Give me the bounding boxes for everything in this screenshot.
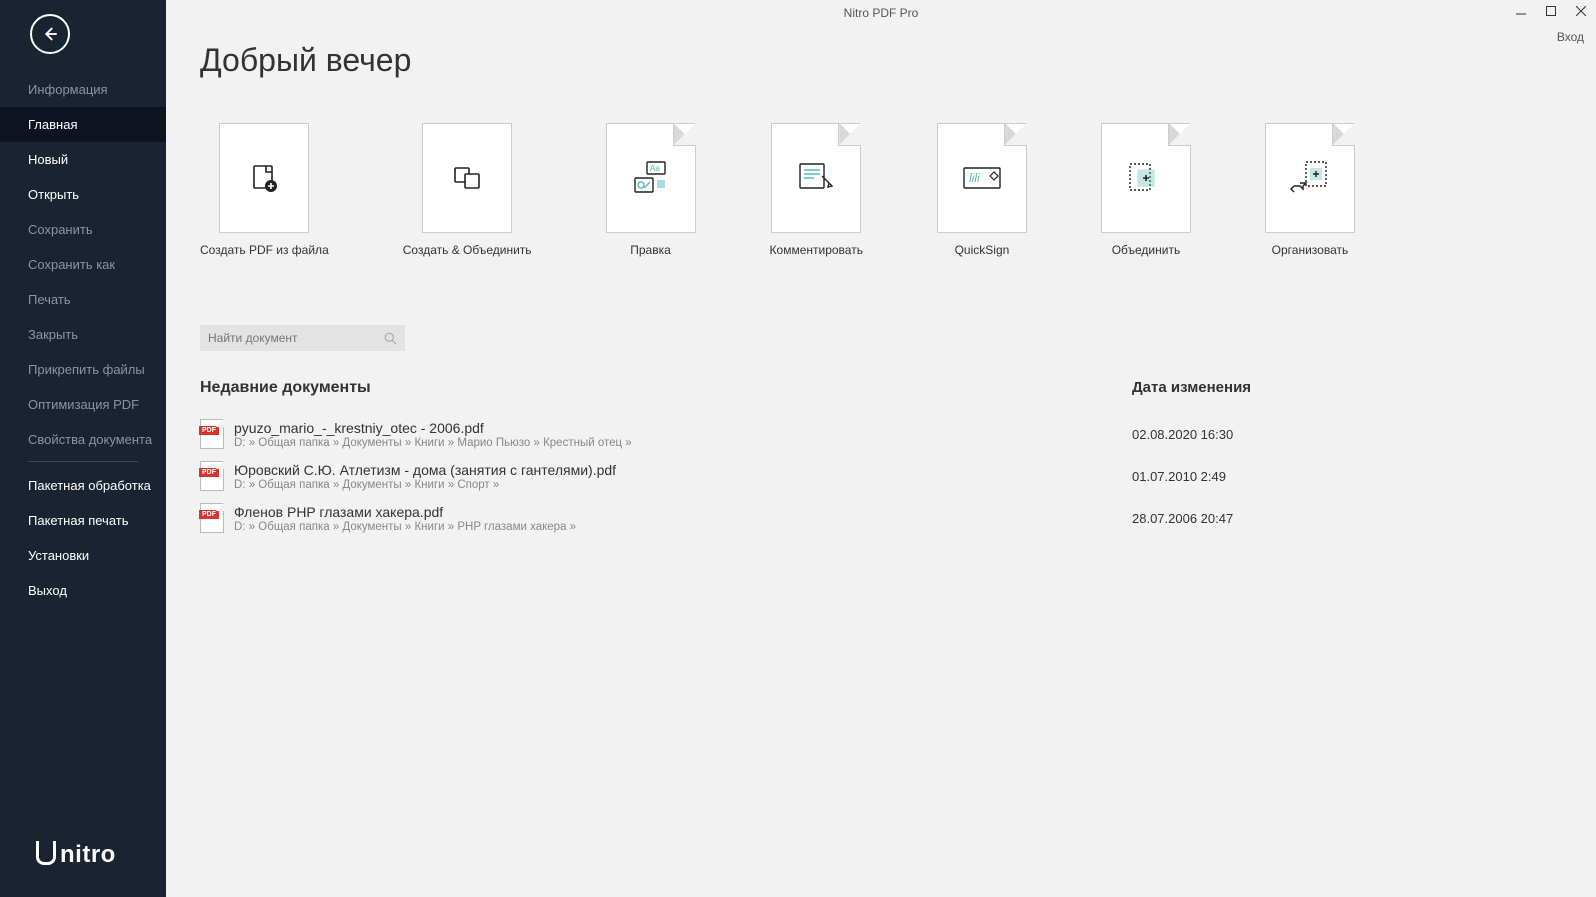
recent-title: Недавние документы — [200, 379, 1132, 397]
sidebar-item: Прикрепить файлы — [0, 352, 166, 387]
maximize-icon — [1546, 6, 1556, 16]
minimize-button[interactable] — [1506, 0, 1536, 22]
doc-date: 01.07.2010 2:49 — [1132, 469, 1562, 484]
sign-icon: lili — [937, 123, 1027, 233]
sidebar-item[interactable]: Главная — [0, 107, 166, 142]
logo: nitro — [0, 823, 166, 897]
logo-icon — [36, 841, 56, 865]
back-button[interactable] — [30, 14, 70, 54]
svg-text:Aa: Aa — [650, 164, 660, 173]
search-box[interactable] — [200, 325, 405, 351]
main: Nitro PDF Pro Вход Добрый вечер Создать … — [166, 0, 1596, 897]
date-column-title: Дата изменения — [1132, 379, 1562, 397]
sidebar-item[interactable]: Выход — [0, 573, 166, 608]
search-icon — [384, 332, 397, 345]
doc-name: Фленов PHP глазами хакера.pdf — [234, 504, 1132, 520]
close-icon — [1576, 6, 1586, 16]
action-label: Создать & Объединить — [403, 243, 532, 257]
organize-icon — [1265, 123, 1355, 233]
pdf-icon — [200, 419, 224, 449]
nav: ИнформацияГлавнаяНовыйОткрытьСохранитьСо… — [0, 72, 166, 823]
action-tiles: Создать PDF из файла Создать & Объединить… — [200, 123, 1562, 257]
recent-document[interactable]: pyuzo_mario_-_krestniy_otec - 2006.pdfD:… — [200, 413, 1562, 455]
action-label: QuickSign — [955, 243, 1010, 257]
nav-divider — [28, 461, 138, 462]
comment-icon — [771, 123, 861, 233]
sidebar-item[interactable]: Новый — [0, 142, 166, 177]
svg-text:lili: lili — [969, 171, 980, 185]
sidebar-item: Информация — [0, 72, 166, 107]
sidebar-item: Печать — [0, 282, 166, 317]
action-label: Комментировать — [770, 243, 863, 257]
action-tile[interactable]: Организовать — [1265, 123, 1355, 257]
arrow-left-icon — [41, 25, 59, 43]
app-title: Nitro PDF Pro — [166, 0, 1596, 20]
pdf-icon — [200, 461, 224, 491]
doc-name: Юровский С.Ю. Атлетизм - дома (занятия с… — [234, 462, 1132, 478]
close-button[interactable] — [1566, 0, 1596, 22]
sidebar-item: Свойства документа — [0, 422, 166, 457]
doc-date: 02.08.2020 16:30 — [1132, 427, 1562, 442]
action-label: Правка — [630, 243, 671, 257]
sidebar-item[interactable]: Пакетная печать — [0, 503, 166, 538]
action-label: Организовать — [1272, 243, 1349, 257]
edit-icon: Aa — [606, 123, 696, 233]
doc-path: D: » Общая папка » Документы » Книги » М… — [234, 437, 1132, 449]
page-title: Добрый вечер — [200, 42, 1562, 79]
combine-icon — [422, 123, 512, 233]
login-link[interactable]: Вход — [1557, 30, 1584, 44]
doc-name: pyuzo_mario_-_krestniy_otec - 2006.pdf — [234, 420, 1132, 436]
doc-date: 28.07.2006 20:47 — [1132, 511, 1562, 526]
merge-icon — [1101, 123, 1191, 233]
action-tile[interactable]: Создать & Объединить — [403, 123, 532, 257]
recent-document[interactable]: Юровский С.Ю. Атлетизм - дома (занятия с… — [200, 455, 1562, 497]
action-tile[interactable]: Aa Правка — [606, 123, 696, 257]
doc-path: D: » Общая папка » Документы » Книги » С… — [234, 479, 1132, 491]
minimize-icon — [1516, 6, 1526, 16]
action-label: Объединить — [1112, 243, 1181, 257]
search-input[interactable] — [208, 331, 384, 345]
sidebar-item: Сохранить — [0, 212, 166, 247]
doc-path: D: » Общая папка » Документы » Книги » P… — [234, 521, 1132, 533]
maximize-button[interactable] — [1536, 0, 1566, 22]
action-label: Создать PDF из файла — [200, 243, 329, 257]
sidebar: ИнформацияГлавнаяНовыйОткрытьСохранитьСо… — [0, 0, 166, 897]
action-tile[interactable]: Объединить — [1101, 123, 1191, 257]
sidebar-item[interactable]: Пакетная обработка — [0, 468, 166, 503]
action-tile[interactable]: Создать PDF из файла — [200, 123, 329, 257]
action-tile[interactable]: Комментировать — [770, 123, 863, 257]
page-plus-icon — [219, 123, 309, 233]
action-tile[interactable]: lili QuickSign — [937, 123, 1027, 257]
recent-document[interactable]: Фленов PHP глазами хакера.pdfD: » Общая … — [200, 497, 1562, 539]
pdf-icon — [200, 503, 224, 533]
sidebar-item: Сохранить как — [0, 247, 166, 282]
sidebar-item: Закрыть — [0, 317, 166, 352]
sidebar-item: Оптимизация PDF — [0, 387, 166, 422]
sidebar-item[interactable]: Установки — [0, 538, 166, 573]
sidebar-item[interactable]: Открыть — [0, 177, 166, 212]
titlebar: Nitro PDF Pro Вход — [166, 0, 1596, 28]
